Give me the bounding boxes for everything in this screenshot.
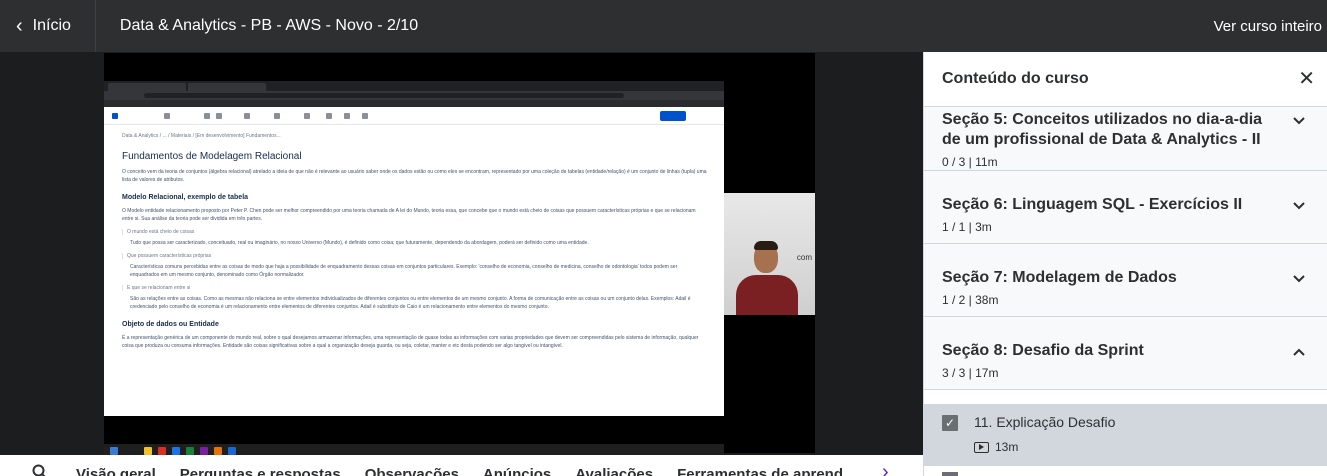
chevron-down-icon[interactable]: [1293, 270, 1305, 286]
chevron-left-icon: ‹: [16, 15, 23, 37]
lesson-duration-text: 13m: [995, 440, 1019, 454]
doc-quote: E que se relacionam entre si: [122, 285, 707, 291]
lesson-item[interactable]: [924, 466, 1327, 476]
top-header: ‹ Início Data & Analytics - PB - AWS - N…: [0, 0, 1327, 52]
document-content: Data & Analytics / ... / Materiais / [Em…: [122, 133, 707, 403]
section-7[interactable]: Seção 7: Modelagem de Dados 1 / 2 | 38m: [924, 244, 1327, 317]
close-icon[interactable]: ✕: [1298, 69, 1315, 89]
section-6[interactable]: Seção 6: Linguagem SQL - Exercícios II 1…: [924, 171, 1327, 244]
tab-reviews[interactable]: Avaliações: [575, 466, 653, 476]
section-5[interactable]: Seção 5: Conceitos utilizados no dia-a-d…: [924, 107, 1327, 171]
doc-paragraph: O Modelo entidade relacionamento propost…: [122, 208, 696, 222]
doc-breadcrumb: Data & Analytics / ... / Materiais / [Em…: [122, 133, 281, 139]
publish-button: [660, 111, 686, 121]
screen-recording: Data & Analytics / ... / Materiais / [Em…: [104, 81, 724, 458]
doc-title: Fundamentos de Modelagem Relacional: [122, 151, 302, 162]
course-tabs: Visão geral Perguntas e respostas Observ…: [0, 455, 923, 476]
doc-quote: Que possuem características próprias: [122, 253, 707, 259]
webcam-logo: com: [796, 253, 812, 262]
editor-toolbar: [104, 107, 724, 125]
section-meta: 1 / 2 | 38m: [942, 293, 999, 307]
browser-bookmarks-bar: [104, 100, 724, 107]
doc-heading: Objeto de dados ou Entidade: [122, 321, 219, 328]
sidebar-title: Conteúdo do curso: [942, 70, 1089, 87]
doc-paragraph: São as relações entre as coisas. Como as…: [130, 296, 691, 310]
video-frame[interactable]: Data & Analytics / ... / Materiais / [Em…: [104, 53, 815, 458]
section-meta: 3 / 3 | 17m: [942, 366, 999, 380]
chevron-down-icon[interactable]: [1293, 112, 1305, 128]
doc-paragraph: Características comuns percebidas entre …: [130, 264, 678, 278]
browser-address-bar: [104, 91, 724, 100]
tab-announcements[interactable]: Anúncios: [483, 466, 551, 476]
tab-notes[interactable]: Observações: [365, 466, 459, 476]
webcam-overlay: com: [724, 193, 815, 315]
course-title: Data & Analytics - PB - AWS - Novo - 2/1…: [119, 17, 419, 34]
section-meta: 1 / 1 | 3m: [942, 220, 992, 234]
chevron-up-icon[interactable]: [1293, 343, 1305, 359]
doc-heading: Modelo Relacional, exemplo de tabela: [122, 194, 249, 201]
section-title: Seção 8: Desafio da Sprint: [942, 342, 1144, 359]
section-meta: 0 / 3 | 11m: [942, 155, 998, 169]
chevron-right-icon[interactable]: ›: [882, 461, 889, 476]
sidebar-header: Conteúdo do curso ✕: [924, 52, 1327, 107]
tab-overview[interactable]: Visão geral: [76, 466, 156, 476]
search-icon[interactable]: [32, 464, 52, 476]
lesson-title: 11. Explicação Desafio: [974, 414, 1116, 430]
back-label: Início: [32, 17, 71, 34]
section-title: Seção 6: Linguagem SQL - Exercícios II: [942, 196, 1243, 213]
lesson-checkbox[interactable]: [942, 472, 958, 476]
video-icon: [974, 441, 989, 453]
doc-paragraph: O conceito vem da teoria de conjuntos (á…: [122, 169, 707, 183]
lesson-complete-checkbox[interactable]: ✓: [942, 415, 958, 431]
doc-quote: O mundo está cheio de coisas: [122, 229, 707, 235]
lesson-duration: 13m: [974, 440, 1018, 454]
view-full-course-link[interactable]: Ver curso inteiro: [1214, 18, 1322, 35]
section-title: Seção 5: Conceitos utilizados no dia-a-d…: [942, 111, 1263, 148]
tab-qa[interactable]: Perguntas e respostas: [180, 466, 341, 476]
section-title: Seção 7: Modelagem de Dados: [942, 269, 1177, 286]
lesson-item-active[interactable]: ✓ 11. Explicação Desafio 13m: [924, 404, 1327, 466]
browser-tabbar: [104, 81, 724, 91]
section-8[interactable]: Seção 8: Desafio da Sprint 3 / 3 | 17m: [924, 317, 1327, 390]
tab-learning-tools[interactable]: Ferramentas de aprend: [677, 466, 843, 476]
chevron-down-icon[interactable]: [1293, 197, 1305, 213]
doc-paragraph: Tudo que possa ser caracterizado, concei…: [130, 240, 589, 246]
doc-paragraph: É a representação genérica de um compone…: [122, 335, 699, 349]
video-player[interactable]: Data & Analytics / ... / Materiais / [Em…: [0, 52, 923, 458]
back-button[interactable]: ‹ Início: [0, 0, 96, 52]
course-content-sidebar: Conteúdo do curso ✕ Seção 5: Conceitos u…: [923, 52, 1327, 476]
